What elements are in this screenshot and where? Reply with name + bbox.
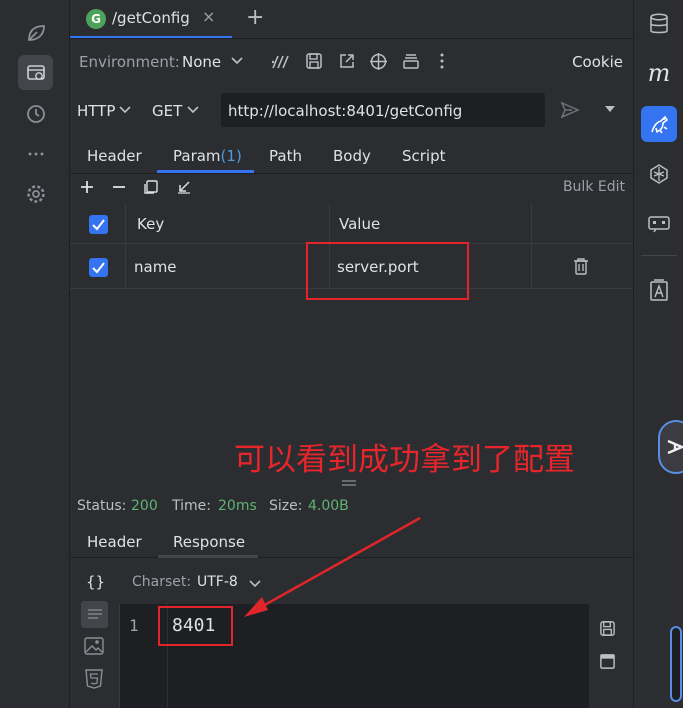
right-tool-bar: m bbox=[633, 0, 683, 708]
size-value: 4.00B bbox=[308, 498, 349, 514]
layers-stack-icon[interactable] bbox=[402, 52, 420, 70]
delete-trash-icon[interactable] bbox=[573, 257, 589, 275]
tab-response-body[interactable]: Response bbox=[173, 533, 245, 551]
column-header-key: Key bbox=[137, 215, 165, 233]
highlight-box-response bbox=[158, 606, 233, 646]
maven-m-icon[interactable]: m bbox=[641, 55, 677, 91]
more-dots-icon[interactable] bbox=[18, 136, 53, 171]
param-toolbar: Bulk Edit bbox=[70, 176, 633, 200]
copy-icon[interactable] bbox=[143, 179, 159, 195]
tab-body[interactable]: Body bbox=[333, 147, 371, 165]
annotation-text: 可以看到成功拿到了配置 bbox=[234, 442, 575, 478]
time-label: Time: bbox=[172, 498, 211, 514]
text-view-icon[interactable] bbox=[81, 601, 108, 628]
tab-script[interactable]: Script bbox=[402, 147, 446, 165]
image-view-icon[interactable] bbox=[84, 637, 104, 655]
left-activity-bar bbox=[0, 0, 70, 708]
api-browser-icon[interactable] bbox=[18, 55, 53, 90]
param-count-badge: (1) bbox=[220, 147, 242, 165]
method-select[interactable]: GET bbox=[152, 102, 182, 120]
scrollbar-thumb[interactable] bbox=[670, 626, 682, 702]
ai-assistant-icon[interactable] bbox=[641, 156, 677, 192]
size-label: Size: bbox=[269, 498, 303, 514]
bulk-edit-button[interactable]: Bulk Edit bbox=[563, 179, 625, 195]
panel-layout-icon[interactable] bbox=[599, 653, 616, 670]
request-url-row: HTTP GET http://localhost:8401/getConfig bbox=[70, 90, 633, 130]
add-param-icon[interactable] bbox=[80, 180, 94, 194]
table-column-divider bbox=[125, 203, 126, 289]
chat-bubble-icon[interactable] bbox=[641, 206, 677, 242]
floating-assistant-avatar[interactable] bbox=[658, 420, 683, 474]
status-value: 200 bbox=[131, 498, 158, 514]
save-icon[interactable] bbox=[305, 52, 323, 70]
add-tab-icon[interactable]: + bbox=[246, 5, 264, 30]
environment-label: Environment: bbox=[79, 53, 180, 71]
chevron-down-icon[interactable] bbox=[186, 98, 200, 116]
target-crosshair-icon[interactable] bbox=[369, 52, 388, 71]
html5-icon[interactable] bbox=[85, 669, 103, 689]
send-options-caret-icon[interactable] bbox=[604, 104, 616, 114]
history-clock-icon[interactable] bbox=[18, 96, 53, 131]
save-response-icon[interactable] bbox=[599, 620, 616, 637]
highlight-box-value bbox=[306, 242, 469, 300]
param-key-cell[interactable]: name bbox=[134, 258, 177, 276]
leaf-icon[interactable] bbox=[18, 15, 53, 50]
more-vertical-icon[interactable] bbox=[438, 52, 446, 70]
get-method-badge-icon: G bbox=[86, 9, 106, 29]
table-column-divider bbox=[531, 203, 532, 289]
import-arrow-icon[interactable] bbox=[176, 179, 192, 195]
tab-header[interactable]: Header bbox=[87, 147, 142, 165]
line-number: 1 bbox=[129, 616, 139, 635]
tab-response-header[interactable]: Header bbox=[87, 533, 142, 551]
translate-a-icon[interactable] bbox=[641, 272, 677, 308]
active-tab-indicator bbox=[157, 170, 254, 173]
chevron-down-icon[interactable] bbox=[118, 98, 132, 116]
row-enabled-checkbox[interactable] bbox=[89, 258, 108, 277]
json-braces-icon[interactable]: {} bbox=[86, 573, 105, 591]
response-view-switcher: {} bbox=[70, 560, 118, 708]
tab-path[interactable]: Path bbox=[269, 147, 302, 165]
format-slashes-icon[interactable] bbox=[270, 52, 292, 72]
column-header-value: Value bbox=[339, 215, 381, 233]
send-icon[interactable] bbox=[560, 100, 580, 120]
tab-param[interactable]: Param(1) bbox=[173, 147, 242, 165]
split-handle-icon[interactable] bbox=[340, 480, 358, 486]
request-tabs: Header Param(1) Path Body Script bbox=[70, 138, 633, 174]
environment-select[interactable]: None bbox=[182, 53, 221, 71]
settings-gear-icon[interactable] bbox=[18, 176, 53, 211]
protocol-select[interactable]: HTTP bbox=[77, 102, 115, 120]
charset-select[interactable]: UTF-8 bbox=[197, 574, 238, 590]
url-input[interactable]: http://localhost:8401/getConfig bbox=[221, 93, 545, 127]
api-tool-icon[interactable] bbox=[641, 106, 677, 142]
annotation-arrow-icon bbox=[244, 516, 421, 617]
select-all-checkbox[interactable] bbox=[89, 215, 108, 234]
time-value: 20ms bbox=[218, 498, 257, 514]
remove-param-icon[interactable] bbox=[112, 180, 126, 194]
open-external-icon[interactable] bbox=[338, 52, 356, 70]
chevron-down-icon[interactable] bbox=[230, 49, 244, 67]
database-icon[interactable] bbox=[641, 6, 677, 42]
tab-row: G /getConfig × + bbox=[70, 0, 633, 38]
charset-label: Charset: bbox=[132, 574, 192, 590]
close-tab-icon[interactable]: × bbox=[202, 7, 215, 26]
toolbar-separator bbox=[641, 255, 677, 256]
cookie-button[interactable]: Cookie bbox=[572, 53, 623, 71]
url-text: http://localhost:8401/getConfig bbox=[228, 102, 463, 120]
status-label: Status: bbox=[77, 498, 127, 514]
environment-toolbar: Environment: None Cookie bbox=[70, 38, 633, 84]
tab-getconfig[interactable]: /getConfig bbox=[112, 9, 190, 27]
tab-param-label: Param bbox=[173, 147, 221, 165]
